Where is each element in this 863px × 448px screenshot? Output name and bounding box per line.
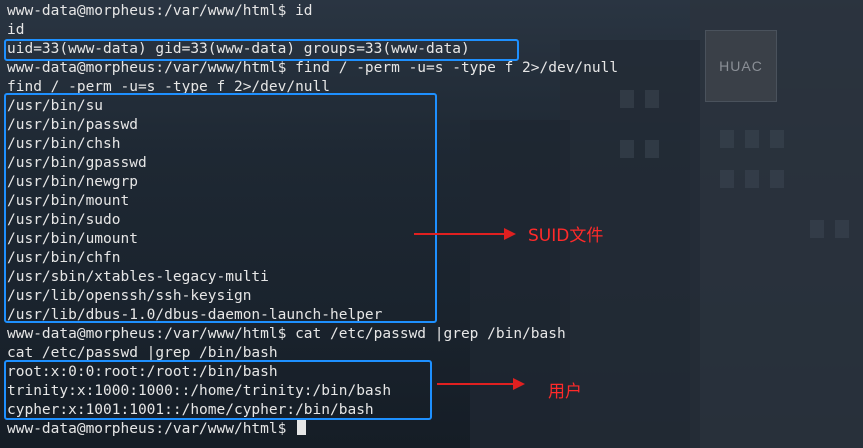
users-highlight-box bbox=[4, 360, 432, 420]
suid-arrow-icon bbox=[414, 228, 516, 240]
prompt-line: www-data@morpheus:/var/www/html$ id bbox=[7, 3, 313, 19]
suid-annotation-label: SUID文件 bbox=[528, 226, 604, 246]
prompt-line: www-data@morpheus:/var/www/html$ cat /et… bbox=[7, 326, 566, 342]
suid-files-highlight-box bbox=[4, 93, 437, 323]
prompt-text: www-data@morpheus:/var/www/html$ bbox=[7, 421, 296, 437]
users-annotation-label: 用户 bbox=[548, 382, 582, 402]
prompt-line: www-data@morpheus:/var/www/html$ find / … bbox=[7, 60, 619, 76]
users-arrow-icon bbox=[437, 378, 525, 390]
text-cursor bbox=[297, 420, 307, 435]
echo-line: id bbox=[7, 22, 25, 38]
id-output-highlight-box bbox=[4, 39, 519, 61]
active-prompt-line[interactable]: www-data@morpheus:/var/www/html$ bbox=[7, 420, 863, 439]
